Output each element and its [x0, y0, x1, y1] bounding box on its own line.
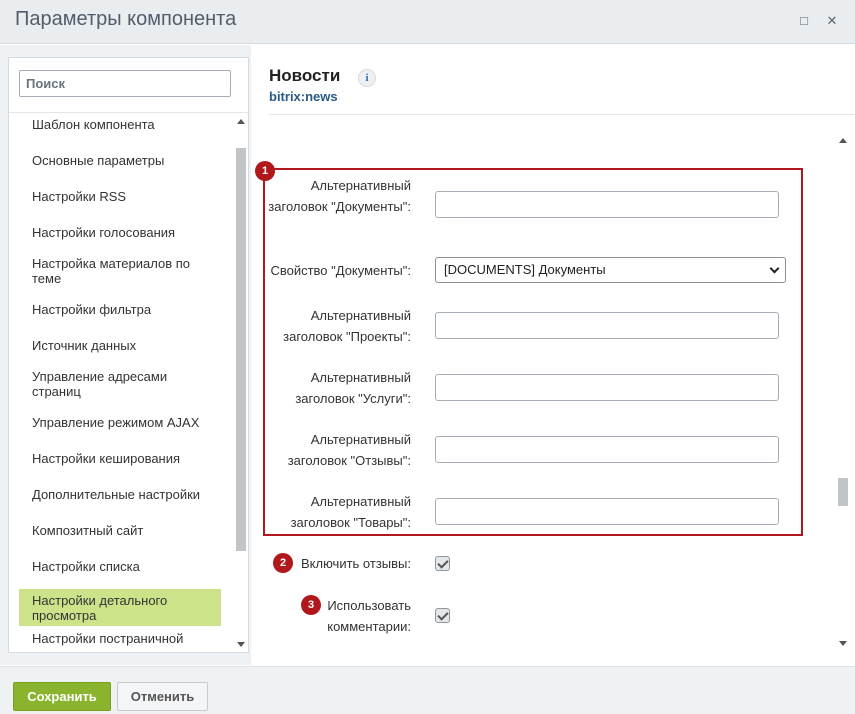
save-button[interactable]: Сохранить: [13, 682, 111, 711]
alt-reviews-label: Альтернативный заголовок "Отзывы":: [287, 432, 411, 468]
sidebar-item-filter[interactable]: Настройки фильтра: [19, 302, 221, 317]
sidebar-scrollbar[interactable]: [234, 113, 248, 653]
scroll-down-arrow-icon[interactable]: [237, 642, 245, 647]
docs-prop-select[interactable]: [DOCUMENTS] Документы: [435, 257, 786, 283]
sidebar-item-pagination[interactable]: Настройки постраничной: [19, 631, 221, 646]
alt-services-input[interactable]: [435, 374, 779, 401]
docs-prop-value: [DOCUMENTS] Документы: [444, 262, 606, 277]
header-divider: [269, 114, 855, 115]
sidebar-item-data-source[interactable]: Источник данных: [19, 338, 221, 353]
window-titlebar: Параметры компонента □ ✕: [0, 0, 855, 44]
alt-reviews-input[interactable]: [435, 436, 779, 463]
alt-docs-input[interactable]: [435, 191, 779, 218]
use-comments-checkbox[interactable]: [435, 608, 450, 623]
sidebar-scrollbar-thumb[interactable]: [236, 148, 246, 551]
sidebar-item-rss[interactable]: Настройки RSS: [19, 189, 221, 204]
scroll-up-arrow-icon[interactable]: [237, 119, 245, 124]
sidebar-item-template[interactable]: Шаблон компонента: [19, 117, 221, 132]
enable-reviews-label: Включить отзывы:: [301, 556, 411, 571]
sidebar-item-cache[interactable]: Настройки кеширования: [19, 451, 221, 466]
cancel-button[interactable]: Отменить: [117, 682, 208, 711]
chevron-down-icon: [769, 263, 780, 274]
maximize-icon[interactable]: □: [795, 12, 813, 30]
scroll-down-arrow-icon[interactable]: [839, 641, 847, 646]
close-icon[interactable]: ✕: [823, 12, 841, 30]
alt-docs-label: Альтернативный заголовок "Документы":: [268, 178, 411, 214]
dialog-footer: Сохранить Отменить: [0, 666, 855, 714]
sidebar-item-composite[interactable]: Композитный сайт: [19, 523, 221, 538]
sidebar-item-urls[interactable]: Управление адресами страниц: [19, 369, 221, 399]
window-title: Параметры компонента: [15, 8, 237, 30]
sidebar-item-voting[interactable]: Настройки голосования: [19, 225, 221, 240]
sidebar-list: Шаблон компонента Основные параметры Нас…: [9, 112, 233, 652]
highlight-frame: [263, 168, 803, 536]
alt-products-label: Альтернативный заголовок "Товары":: [290, 494, 411, 530]
alt-services-label: Альтернативный заголовок "Услуги":: [295, 370, 411, 406]
alt-products-input[interactable]: [435, 498, 779, 525]
component-title: Новости: [269, 66, 341, 85]
main-scrollbar-thumb[interactable]: [838, 478, 848, 506]
sidebar-item-detail[interactable]: Настройки детального просмотра: [19, 589, 221, 626]
docs-prop-label: Свойство "Документы":: [270, 263, 411, 278]
sidebar-item-main-params[interactable]: Основные параметры: [19, 153, 221, 168]
main-panel: Новости i bitrix:news 1 Альтернативный з…: [251, 45, 855, 665]
sidebar-item-additional[interactable]: Дополнительные настройки: [19, 487, 221, 502]
alt-projects-input[interactable]: [435, 312, 779, 339]
enable-reviews-checkbox[interactable]: [435, 556, 450, 571]
sidebar-item-list[interactable]: Настройки списка: [19, 559, 221, 574]
use-comments-label: Использовать комментарии:: [327, 598, 411, 634]
component-code: bitrix:news: [269, 89, 338, 104]
sidebar-item-related[interactable]: Настройка материалов по теме: [19, 256, 221, 286]
main-scrollbar[interactable]: [836, 132, 850, 652]
scroll-up-arrow-icon[interactable]: [839, 138, 847, 143]
sidebar: Шаблон компонента Основные параметры Нас…: [8, 57, 249, 653]
info-icon[interactable]: i: [358, 69, 376, 87]
sidebar-item-ajax[interactable]: Управление режимом AJAX: [19, 415, 221, 430]
search-input[interactable]: [19, 70, 231, 97]
alt-projects-label: Альтернативный заголовок "Проекты":: [283, 308, 411, 344]
